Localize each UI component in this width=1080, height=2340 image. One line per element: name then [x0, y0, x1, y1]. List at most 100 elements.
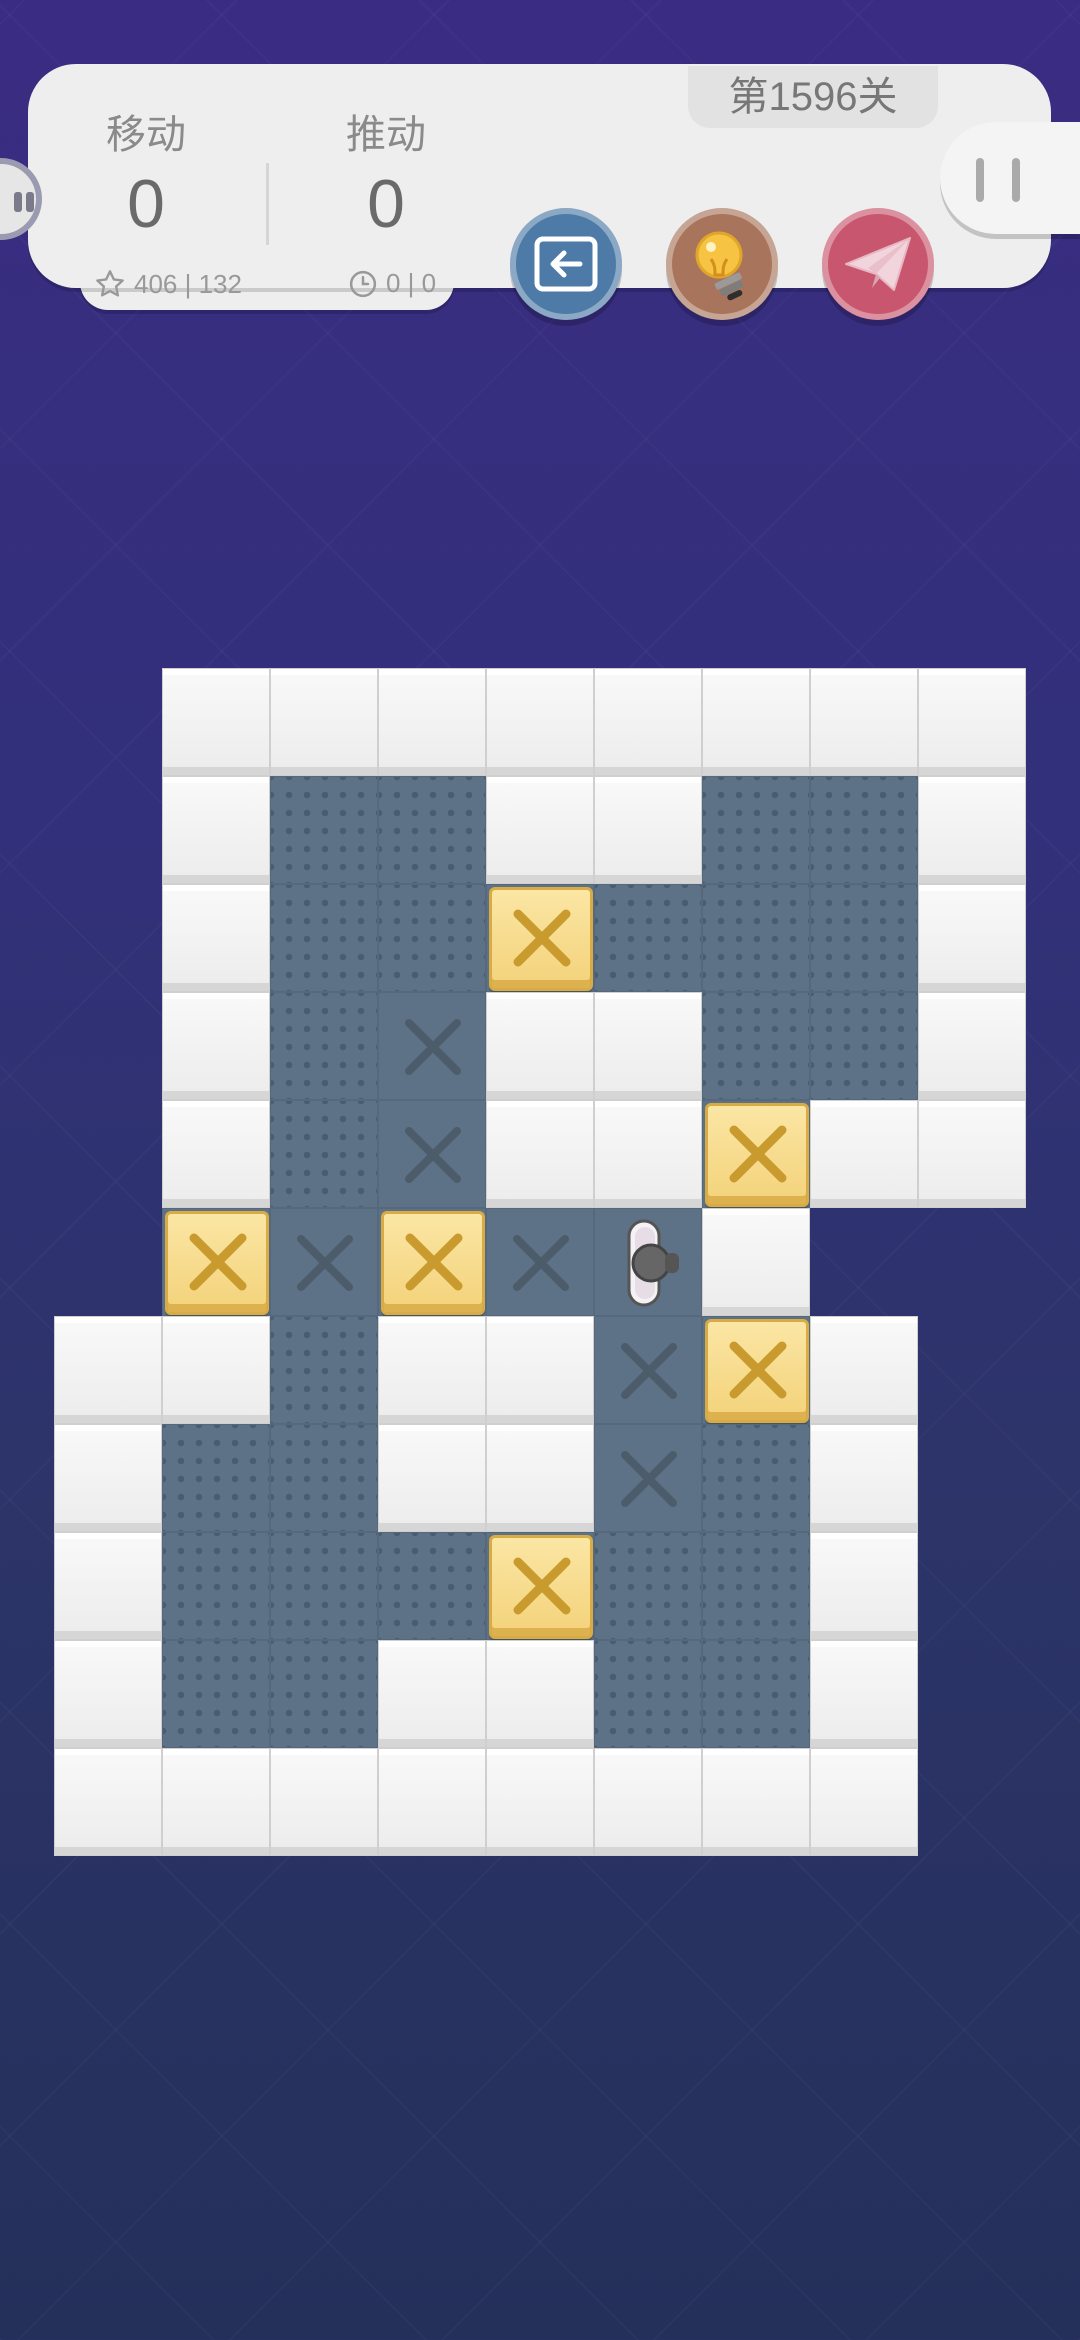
floor-tile [702, 992, 810, 1100]
wall-tile [486, 992, 594, 1100]
floor-tile [702, 776, 810, 884]
wall-tile [54, 1532, 162, 1640]
floor-tile [270, 1100, 378, 1208]
floor-tile [702, 1316, 810, 1424]
box-on-goal[interactable] [489, 1535, 593, 1639]
wall-tile [702, 668, 810, 776]
floor-tile [270, 884, 378, 992]
wall-tile [702, 1748, 810, 1856]
floor-tile [162, 1532, 270, 1640]
wall-tile [810, 1100, 918, 1208]
floor-tile [486, 1532, 594, 1640]
wall-tile [162, 1316, 270, 1424]
goal-x-icon [511, 1233, 571, 1298]
wall-tile [918, 1100, 1026, 1208]
wall-tile [486, 1424, 594, 1532]
wall-tile [378, 668, 486, 776]
wall-tile [270, 668, 378, 776]
floor-tile [270, 776, 378, 884]
wall-tile [918, 884, 1026, 992]
goal-tile [270, 1208, 378, 1316]
wall-tile [594, 776, 702, 884]
floor-tile [162, 1640, 270, 1748]
goal-x-icon [619, 1449, 679, 1514]
wall-tile [162, 776, 270, 884]
wall-tile [270, 1748, 378, 1856]
floor-tile [594, 1208, 702, 1316]
wall-tile [918, 776, 1026, 884]
box-on-goal[interactable] [381, 1211, 485, 1315]
wall-tile [594, 1748, 702, 1856]
floor-tile [810, 776, 918, 884]
wall-tile [918, 668, 1026, 776]
wall-tile [486, 1316, 594, 1424]
wall-tile [486, 776, 594, 884]
wall-tile [810, 1424, 918, 1532]
floor-tile [162, 1424, 270, 1532]
floor-tile [594, 1640, 702, 1748]
floor-tile [270, 1640, 378, 1748]
floor-tile [270, 1532, 378, 1640]
goal-tile [594, 1424, 702, 1532]
wall-tile [54, 1748, 162, 1856]
floor-tile [702, 1424, 810, 1532]
floor-tile [702, 1532, 810, 1640]
floor-tile [378, 1208, 486, 1316]
wall-tile [594, 992, 702, 1100]
wall-tile [54, 1640, 162, 1748]
floor-tile [702, 1640, 810, 1748]
wall-tile [378, 1316, 486, 1424]
floor-tile [270, 992, 378, 1100]
goal-tile [378, 992, 486, 1100]
wall-tile [162, 668, 270, 776]
floor-tile [594, 1532, 702, 1640]
box-on-goal[interactable] [705, 1103, 809, 1207]
wall-tile [810, 1640, 918, 1748]
player-icon[interactable] [621, 1217, 691, 1314]
floor-tile [486, 884, 594, 992]
floor-tile [270, 1424, 378, 1532]
game-board[interactable] [0, 0, 1080, 2340]
wall-tile [54, 1316, 162, 1424]
goal-tile [594, 1316, 702, 1424]
floor-tile [810, 992, 918, 1100]
goal-tile [378, 1100, 486, 1208]
floor-tile [162, 1208, 270, 1316]
floor-tile [378, 884, 486, 992]
wall-tile [162, 992, 270, 1100]
wall-tile [378, 1640, 486, 1748]
wall-tile [378, 1424, 486, 1532]
floor-tile [378, 1532, 486, 1640]
floor-tile [810, 884, 918, 992]
wall-tile [486, 1748, 594, 1856]
wall-tile [162, 1100, 270, 1208]
wall-tile [378, 1748, 486, 1856]
floor-tile [702, 884, 810, 992]
floor-tile [378, 776, 486, 884]
wall-tile [918, 992, 1026, 1100]
goal-x-icon [403, 1125, 463, 1190]
goal-x-icon [295, 1233, 355, 1298]
box-on-goal[interactable] [165, 1211, 269, 1315]
wall-tile [486, 1100, 594, 1208]
wall-tile [594, 668, 702, 776]
box-on-goal[interactable] [705, 1319, 809, 1423]
wall-tile [594, 1100, 702, 1208]
wall-tile [486, 668, 594, 776]
floor-tile [270, 1316, 378, 1424]
wall-tile [810, 668, 918, 776]
floor-tile [702, 1100, 810, 1208]
wall-tile [810, 1316, 918, 1424]
wall-tile [810, 1532, 918, 1640]
goal-x-icon [619, 1341, 679, 1406]
goal-tile [486, 1208, 594, 1316]
goal-x-icon [403, 1017, 463, 1082]
wall-tile [54, 1424, 162, 1532]
wall-tile [162, 1748, 270, 1856]
wall-tile [162, 884, 270, 992]
box-on-goal[interactable] [489, 887, 593, 991]
floor-tile [594, 884, 702, 992]
wall-tile [702, 1208, 810, 1316]
wall-tile [810, 1748, 918, 1856]
wall-tile [486, 1640, 594, 1748]
